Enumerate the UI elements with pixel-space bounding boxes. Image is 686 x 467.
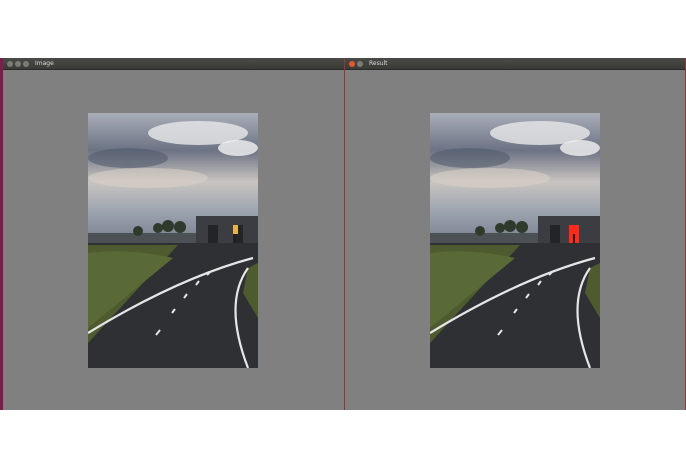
result-canvas [345, 70, 685, 410]
result-window-titlebar[interactable]: Result [345, 58, 685, 70]
minimize-button[interactable] [357, 60, 363, 67]
image-window-titlebar[interactable]: Image [3, 58, 344, 70]
result-window[interactable]: Result [344, 58, 686, 410]
minimize-button[interactable] [15, 60, 21, 67]
close-button[interactable] [7, 60, 13, 67]
image-canvas [3, 70, 344, 410]
window-title: Image [35, 60, 54, 67]
road-photo-result [430, 113, 600, 368]
image-window[interactable]: Image [0, 58, 344, 410]
close-button[interactable] [349, 60, 355, 67]
road-photo [88, 113, 258, 368]
traffic-light [233, 225, 238, 234]
maximize-button[interactable] [23, 60, 29, 67]
window-title: Result [369, 60, 388, 67]
